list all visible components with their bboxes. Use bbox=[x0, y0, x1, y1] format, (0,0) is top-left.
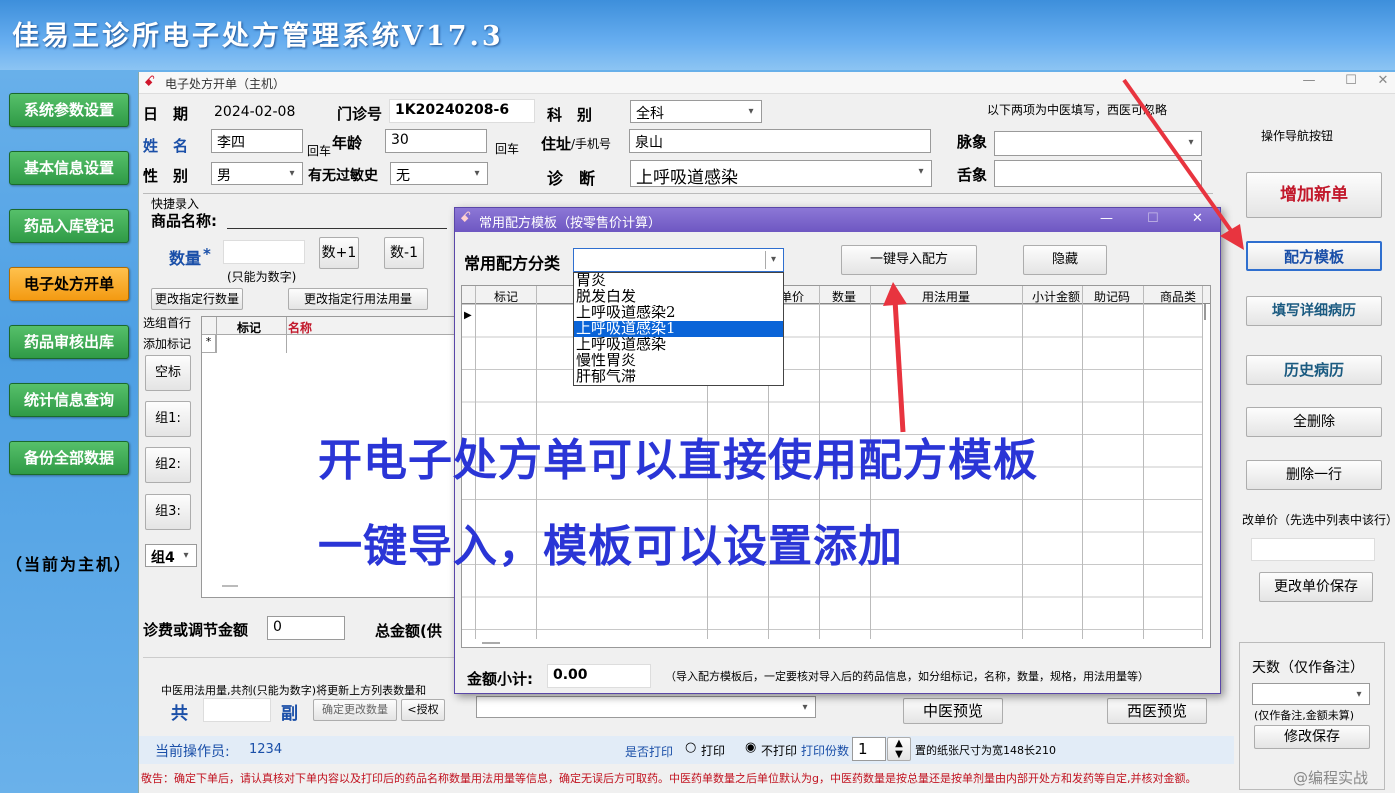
arrow-to-template-button bbox=[1122, 78, 1244, 250]
arrow-to-import-button bbox=[883, 282, 907, 433]
annotation-arrows bbox=[883, 78, 1244, 433]
